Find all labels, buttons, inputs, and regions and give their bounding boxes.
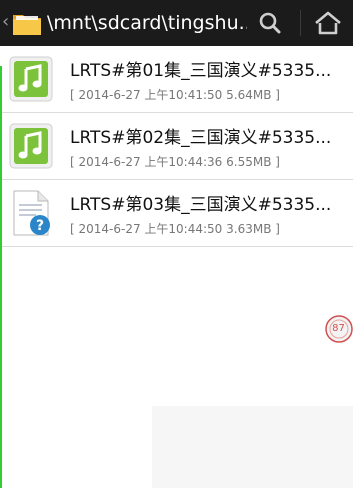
file-row[interactable]: LRTS#第01集_三国演义#5335... [ 2014-6-27 上午10:…: [0, 46, 353, 113]
top-bar: ‹ \mnt\sdcard\tingshu...: [0, 0, 353, 46]
left-accent-edge: [0, 66, 2, 488]
chevron-left-icon[interactable]: ‹: [2, 12, 10, 32]
svg-text:?: ?: [36, 218, 44, 234]
toolbar-divider: [300, 10, 301, 36]
search-button[interactable]: [251, 6, 289, 40]
audio-file-icon: [9, 56, 53, 102]
search-icon: [259, 12, 281, 34]
file-row[interactable]: ? LRTS#第03集_三国演义#5335... [ 2014-6-27 上午1…: [0, 180, 353, 247]
file-meta: [ 2014-6-27 上午10:44:36 6.55MB ]: [70, 155, 280, 169]
floating-page-indicator[interactable]: 87: [324, 314, 353, 344]
home-icon: [315, 11, 341, 35]
current-path: \mnt\sdcard\tingshu...: [47, 12, 247, 34]
file-name: LRTS#第01集_三国演义#5335...: [70, 61, 332, 81]
page-indicator-value: 87: [332, 323, 345, 334]
audio-file-icon: [9, 123, 53, 169]
home-button[interactable]: [308, 6, 348, 40]
folder-icon[interactable]: [11, 7, 43, 39]
file-row[interactable]: LRTS#第02集_三国演义#5335... [ 2014-6-27 上午10:…: [0, 113, 353, 180]
file-name: LRTS#第02集_三国演义#5335...: [70, 128, 332, 148]
bottom-panel: [152, 406, 353, 488]
file-meta: [ 2014-6-27 上午10:41:50 5.64MB ]: [70, 88, 280, 102]
file-meta: [ 2014-6-27 上午10:44:50 3.63MB ]: [70, 222, 280, 236]
file-name: LRTS#第03集_三国演义#5335...: [70, 195, 332, 215]
unknown-file-icon: ?: [13, 190, 50, 236]
